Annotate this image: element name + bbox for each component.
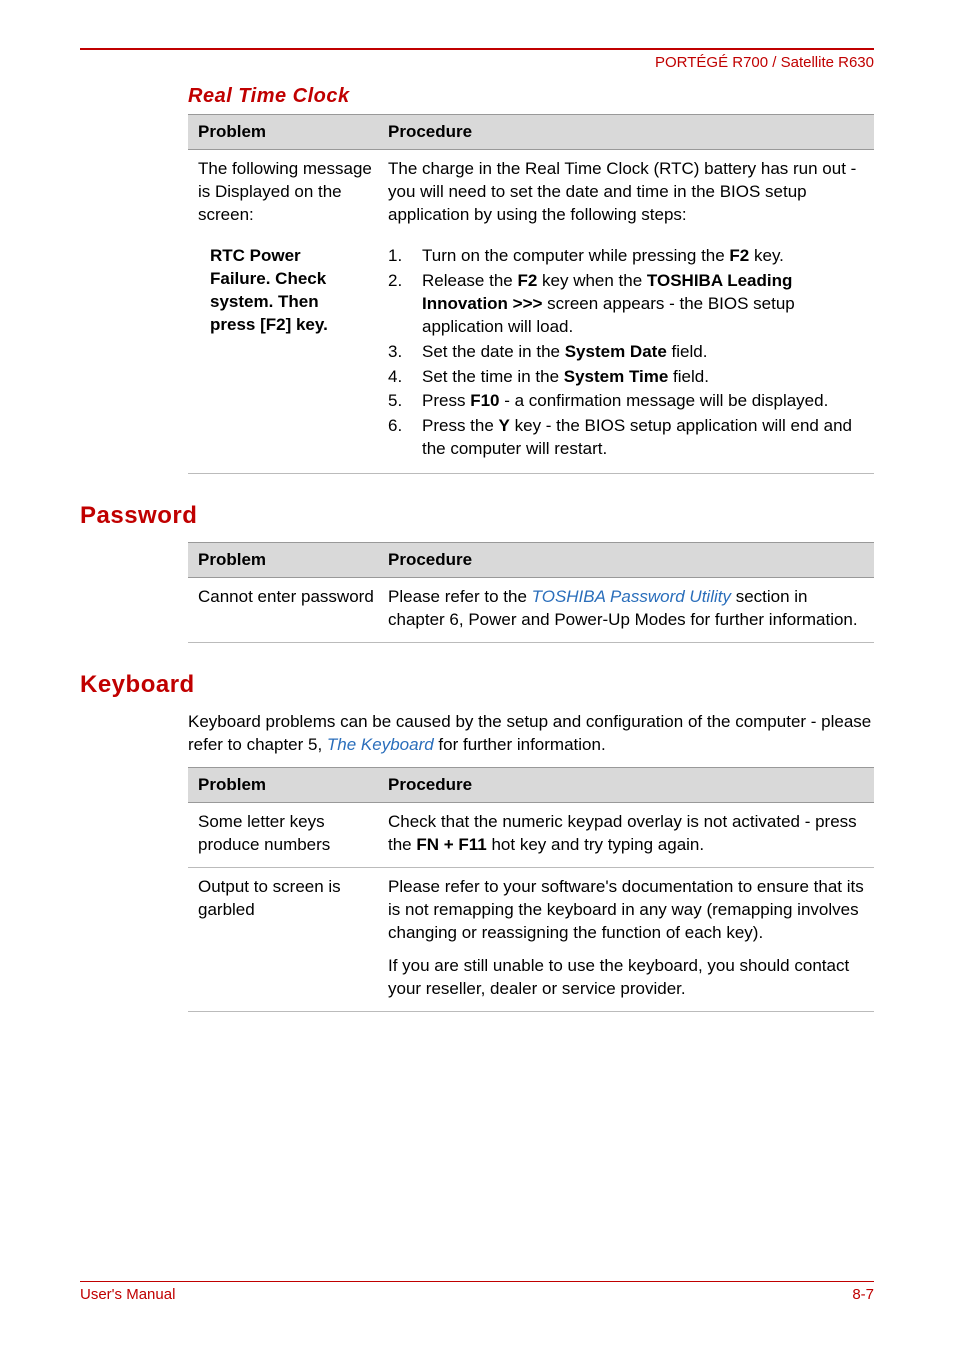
footer-page: 8-7 — [852, 1286, 874, 1303]
password-table: Problem Procedure Cannot enter password … — [188, 542, 874, 643]
rtc-table: Problem Procedure The following message … — [188, 114, 874, 474]
rtc-col-procedure: Procedure — [378, 115, 874, 150]
keyboard-row2-p1: Please refer to your software's document… — [388, 876, 864, 945]
password-row1-procedure: Please refer to the TOSHIBA Password Uti… — [378, 578, 874, 643]
section-title-rtc: Real Time Clock — [188, 85, 874, 108]
keyboard-row2-p2: If you are still unable to use the keybo… — [388, 955, 864, 1001]
rtc-msg-l2: Failure. Check — [210, 269, 326, 288]
password-col-procedure: Procedure — [378, 543, 874, 578]
rtc-row2-problem: RTC Power Failure. Check system. Then pr… — [188, 237, 378, 474]
section-title-password: Password — [80, 502, 874, 530]
keyboard-col-problem: Problem — [188, 768, 378, 803]
footer: User's Manual 8-7 — [80, 1281, 874, 1303]
rtc-step-6: Press the Y key - the BIOS setup applica… — [388, 415, 864, 461]
keyboard-table: Problem Procedure Some letter keys produ… — [188, 767, 874, 1012]
footer-left: User's Manual — [80, 1286, 175, 1303]
rtc-step-5: Press F10 - a confirmation message will … — [388, 390, 864, 413]
rtc-row2-procedure: Turn on the computer while pressing the … — [378, 237, 874, 474]
link-the-keyboard[interactable]: The Keyboard — [327, 735, 434, 754]
rtc-step-2: Release the F2 key when the TOSHIBA Lead… — [388, 270, 864, 339]
header-product: PORTÉGÉ R700 / Satellite R630 — [80, 54, 874, 71]
keyboard-intro: Keyboard problems can be caused by the s… — [188, 711, 874, 757]
rtc-msg-l1: RTC Power — [210, 246, 301, 265]
rtc-row1-problem: The following message is Displayed on th… — [188, 150, 378, 237]
rtc-step-1: Turn on the computer while pressing the … — [388, 245, 864, 268]
password-row1-problem: Cannot enter password — [188, 578, 378, 643]
link-toshiba-password-utility[interactable]: TOSHIBA Password Utility — [532, 587, 731, 606]
keyboard-row1-problem: Some letter keys produce numbers — [188, 803, 378, 868]
password-col-problem: Problem — [188, 543, 378, 578]
keyboard-row2-problem: Output to screen is garbled — [188, 867, 378, 1011]
rtc-step-4: Set the time in the System Time field. — [388, 366, 864, 389]
keyboard-col-procedure: Procedure — [378, 768, 874, 803]
rtc-row1-procedure: The charge in the Real Time Clock (RTC) … — [378, 150, 874, 237]
rtc-msg-l4: press [F2] key. — [210, 315, 328, 334]
keyboard-row1-procedure: Check that the numeric keypad overlay is… — [378, 803, 874, 868]
rtc-msg-l3: system. Then — [210, 292, 319, 311]
keyboard-row2-procedure: Please refer to your software's document… — [378, 867, 874, 1011]
section-title-keyboard: Keyboard — [80, 671, 874, 699]
rtc-step-3: Set the date in the System Date field. — [388, 341, 864, 364]
rtc-col-problem: Problem — [188, 115, 378, 150]
header-divider — [80, 48, 874, 50]
